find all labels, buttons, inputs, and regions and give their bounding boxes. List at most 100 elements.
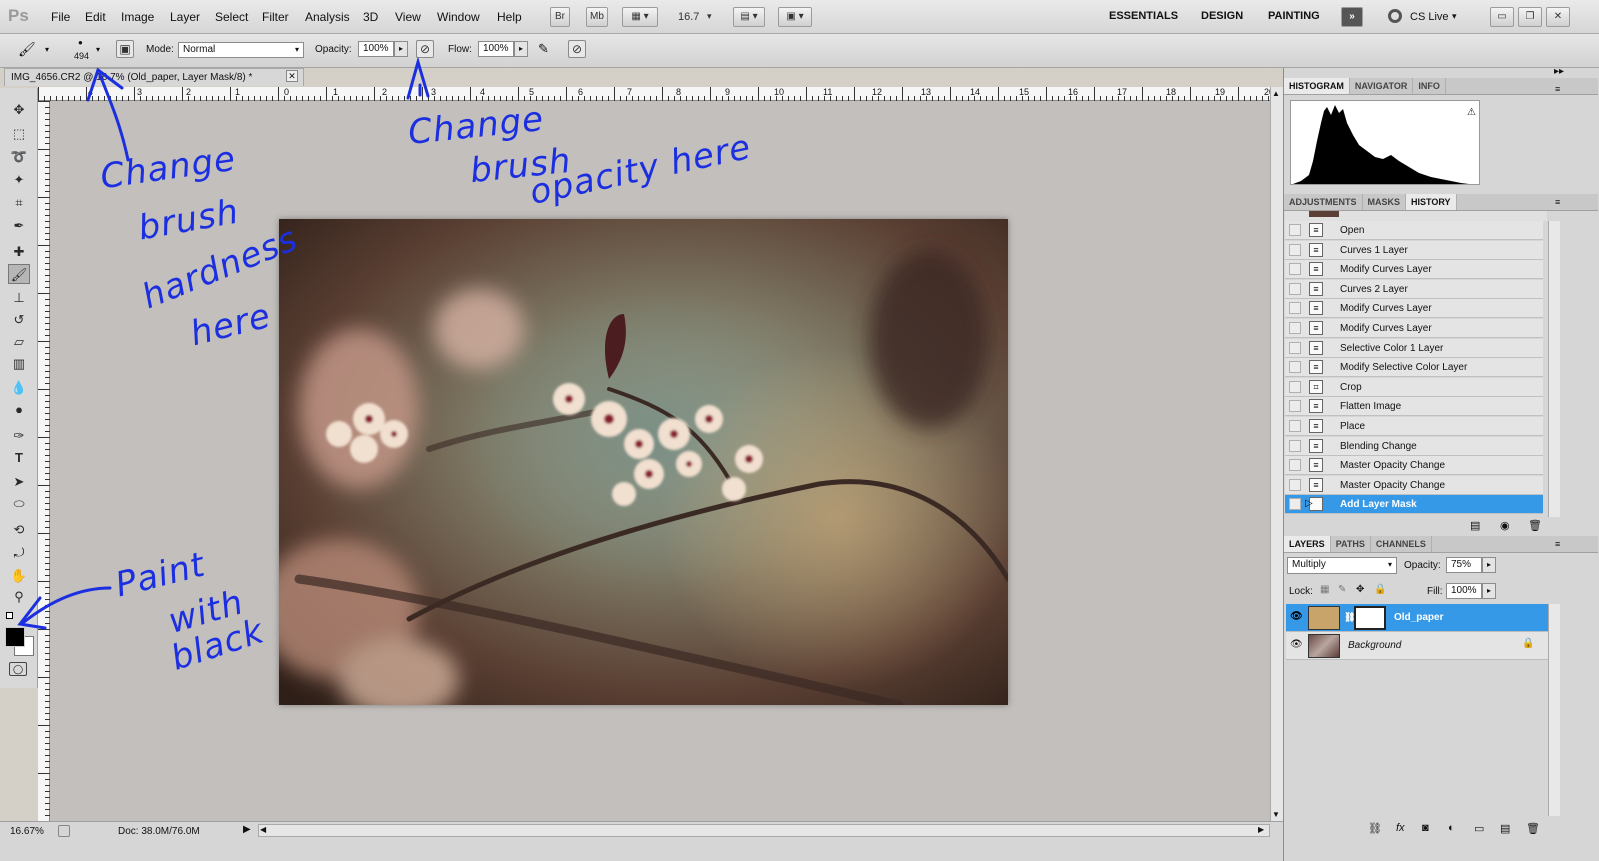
history-source-checkbox[interactable]: [1289, 380, 1301, 393]
lock-transparent-icon[interactable]: ▦: [1320, 584, 1329, 595]
layer-mask-thumbnail[interactable]: [1354, 606, 1386, 630]
history-state-marker-icon[interactable]: ▷: [1305, 498, 1313, 509]
history-scrollbar[interactable]: [1548, 221, 1560, 517]
delete-state-icon[interactable]: 🗑: [1528, 519, 1542, 532]
lock-icon: 🔒: [1522, 638, 1535, 649]
history-label: Master Opacity Change: [1340, 460, 1446, 472]
histogram-tabbar: HISTOGRAM NAVIGATOR INFO: [1284, 78, 1598, 95]
status-menu-arrow-icon[interactable]: ▶: [243, 824, 251, 835]
history-source-checkbox[interactable]: [1289, 361, 1301, 374]
new-group-icon[interactable]: ▭: [1474, 822, 1484, 835]
delete-layer-icon[interactable]: 🗑: [1526, 822, 1540, 835]
cs-live-icon: [1388, 9, 1402, 23]
history-row[interactable]: ≡ Open: [1285, 221, 1543, 240]
layer-row-old-paper[interactable]: 👁 ⛓ Old_paper: [1286, 604, 1548, 632]
document-icon: ≡: [1309, 301, 1323, 316]
cs-live-menu[interactable]: CS Live: [1410, 11, 1449, 23]
horizontal-scrollbar[interactable]: [258, 824, 1270, 837]
layer-name[interactable]: Old_paper: [1394, 612, 1443, 623]
history-source-checkbox[interactable]: [1289, 478, 1301, 491]
status-zoom[interactable]: 16.67%: [10, 826, 44, 837]
lock-image-icon[interactable]: ✎: [1338, 584, 1346, 595]
history-row[interactable]: ≡ Modify Selective Color Layer: [1285, 358, 1543, 378]
layers-menu-icon[interactable]: ≡: [1555, 539, 1560, 549]
new-document-from-state-icon[interactable]: ▤: [1470, 519, 1480, 532]
history-source-checkbox[interactable]: [1289, 263, 1301, 276]
history-source-checkbox[interactable]: [1289, 400, 1301, 413]
history-menu-icon[interactable]: ≡: [1555, 197, 1560, 207]
scroll-right-icon[interactable]: ▶: [1258, 825, 1264, 834]
layer-opacity-slider-button[interactable]: ▸: [1482, 557, 1496, 573]
tab-masks[interactable]: MASKS: [1363, 194, 1407, 210]
more-workspaces-icon[interactable]: »: [1341, 7, 1363, 27]
tab-paths[interactable]: PATHS: [1331, 536, 1371, 552]
snapshot-thumbnail[interactable]: [1309, 211, 1339, 217]
tab-navigator[interactable]: NAVIGATOR: [1350, 78, 1414, 94]
status-info-icon[interactable]: [58, 825, 70, 837]
history-row[interactable]: ≡ Master Opacity Change: [1285, 456, 1543, 476]
blend-mode-select[interactable]: Multiply ▾: [1287, 557, 1397, 574]
cs-live-dropdown-icon[interactable]: ▾: [1452, 11, 1457, 22]
eye-icon[interactable]: 👁: [1290, 611, 1303, 622]
snapshot-camera-icon[interactable]: ◉: [1500, 519, 1510, 532]
history-source-checkbox[interactable]: [1289, 243, 1301, 256]
warning-icon[interactable]: ⚠: [1467, 107, 1476, 118]
tab-adjustments[interactable]: ADJUSTMENTS: [1284, 194, 1363, 210]
adjustment-layer-icon[interactable]: ◐: [1448, 822, 1455, 834]
scroll-down-icon[interactable]: ▼: [1272, 810, 1280, 819]
history-row[interactable]: ≡ Modify Curves Layer: [1285, 319, 1543, 338]
histogram-view: ⚠: [1290, 100, 1480, 185]
histogram-menu-icon[interactable]: ≡: [1555, 84, 1560, 94]
history-row[interactable]: ≡ Selective Color 1 Layer: [1285, 338, 1543, 358]
tab-histogram[interactable]: HISTOGRAM: [1284, 78, 1350, 94]
history-source-checkbox[interactable]: [1289, 439, 1301, 452]
restore-button[interactable]: ❐: [1518, 7, 1542, 27]
tab-layers[interactable]: LAYERS: [1284, 536, 1331, 552]
history-label: Flatten Image: [1340, 401, 1402, 413]
fill-field[interactable]: 100%: [1446, 583, 1482, 599]
history-row[interactable]: ≡ Blending Change: [1285, 436, 1543, 456]
lock-all-icon[interactable]: 🔒: [1374, 584, 1386, 595]
lock-position-icon[interactable]: ✥: [1356, 584, 1364, 595]
history-source-checkbox[interactable]: [1289, 282, 1301, 295]
eye-icon[interactable]: 👁: [1290, 639, 1303, 650]
document-icon: ≡: [1309, 262, 1323, 277]
history-source-checkbox[interactable]: [1289, 302, 1301, 315]
scroll-left-icon[interactable]: ◀: [260, 825, 266, 834]
layer-name[interactable]: Background: [1348, 640, 1401, 651]
history-row[interactable]: ≡ Place: [1285, 417, 1543, 436]
history-row[interactable]: ⌗ Crop: [1285, 377, 1543, 397]
scroll-up-icon[interactable]: ▲: [1272, 89, 1280, 98]
history-label: Modify Selective Color Layer: [1340, 362, 1468, 374]
link-layers-icon[interactable]: ⛓: [1368, 822, 1382, 835]
layer-style-icon[interactable]: fx: [1396, 822, 1405, 834]
minimize-button[interactable]: ▭: [1490, 7, 1514, 27]
tab-channels[interactable]: CHANNELS: [1371, 536, 1432, 552]
layer-thumbnail: [1308, 634, 1340, 658]
history-row[interactable]: ≡ Flatten Image: [1285, 397, 1543, 417]
history-source-checkbox[interactable]: [1289, 420, 1301, 432]
layers-scrollbar[interactable]: [1548, 604, 1560, 816]
history-row[interactable]: ≡ Curves 1 Layer: [1285, 240, 1543, 260]
tab-info[interactable]: INFO: [1413, 78, 1446, 94]
history-source-checkbox[interactable]: [1289, 459, 1301, 472]
new-layer-icon[interactable]: ▤: [1500, 822, 1510, 835]
history-row[interactable]: ≡ Modify Curves Layer: [1285, 260, 1543, 280]
history-row[interactable]: ≡ Modify Curves Layer: [1285, 299, 1543, 319]
layer-opacity-label: Opacity:: [1404, 560, 1441, 571]
history-source-checkbox[interactable]: [1289, 224, 1301, 236]
layer-row-background[interactable]: 👁 Background 🔒: [1286, 632, 1548, 660]
history-source-checkbox[interactable]: [1289, 498, 1301, 511]
close-window-button[interactable]: ✕: [1546, 7, 1570, 27]
tab-history[interactable]: HISTORY: [1406, 194, 1457, 210]
history-source-checkbox[interactable]: [1289, 341, 1301, 354]
layer-opacity-field[interactable]: 75%: [1446, 557, 1482, 573]
panel-collapse-icon[interactable]: ▸▸: [1554, 66, 1564, 77]
fill-slider-button[interactable]: ▸: [1482, 583, 1496, 599]
add-mask-icon[interactable]: ◙: [1422, 822, 1429, 834]
history-row[interactable]: ≡ Curves 2 Layer: [1285, 279, 1543, 299]
vertical-scrollbar[interactable]: [1270, 87, 1283, 821]
history-source-checkbox[interactable]: [1289, 322, 1301, 334]
history-row[interactable]: ≡ Add Layer Mask: [1285, 495, 1543, 515]
history-row[interactable]: ≡ Master Opacity Change: [1285, 475, 1543, 495]
